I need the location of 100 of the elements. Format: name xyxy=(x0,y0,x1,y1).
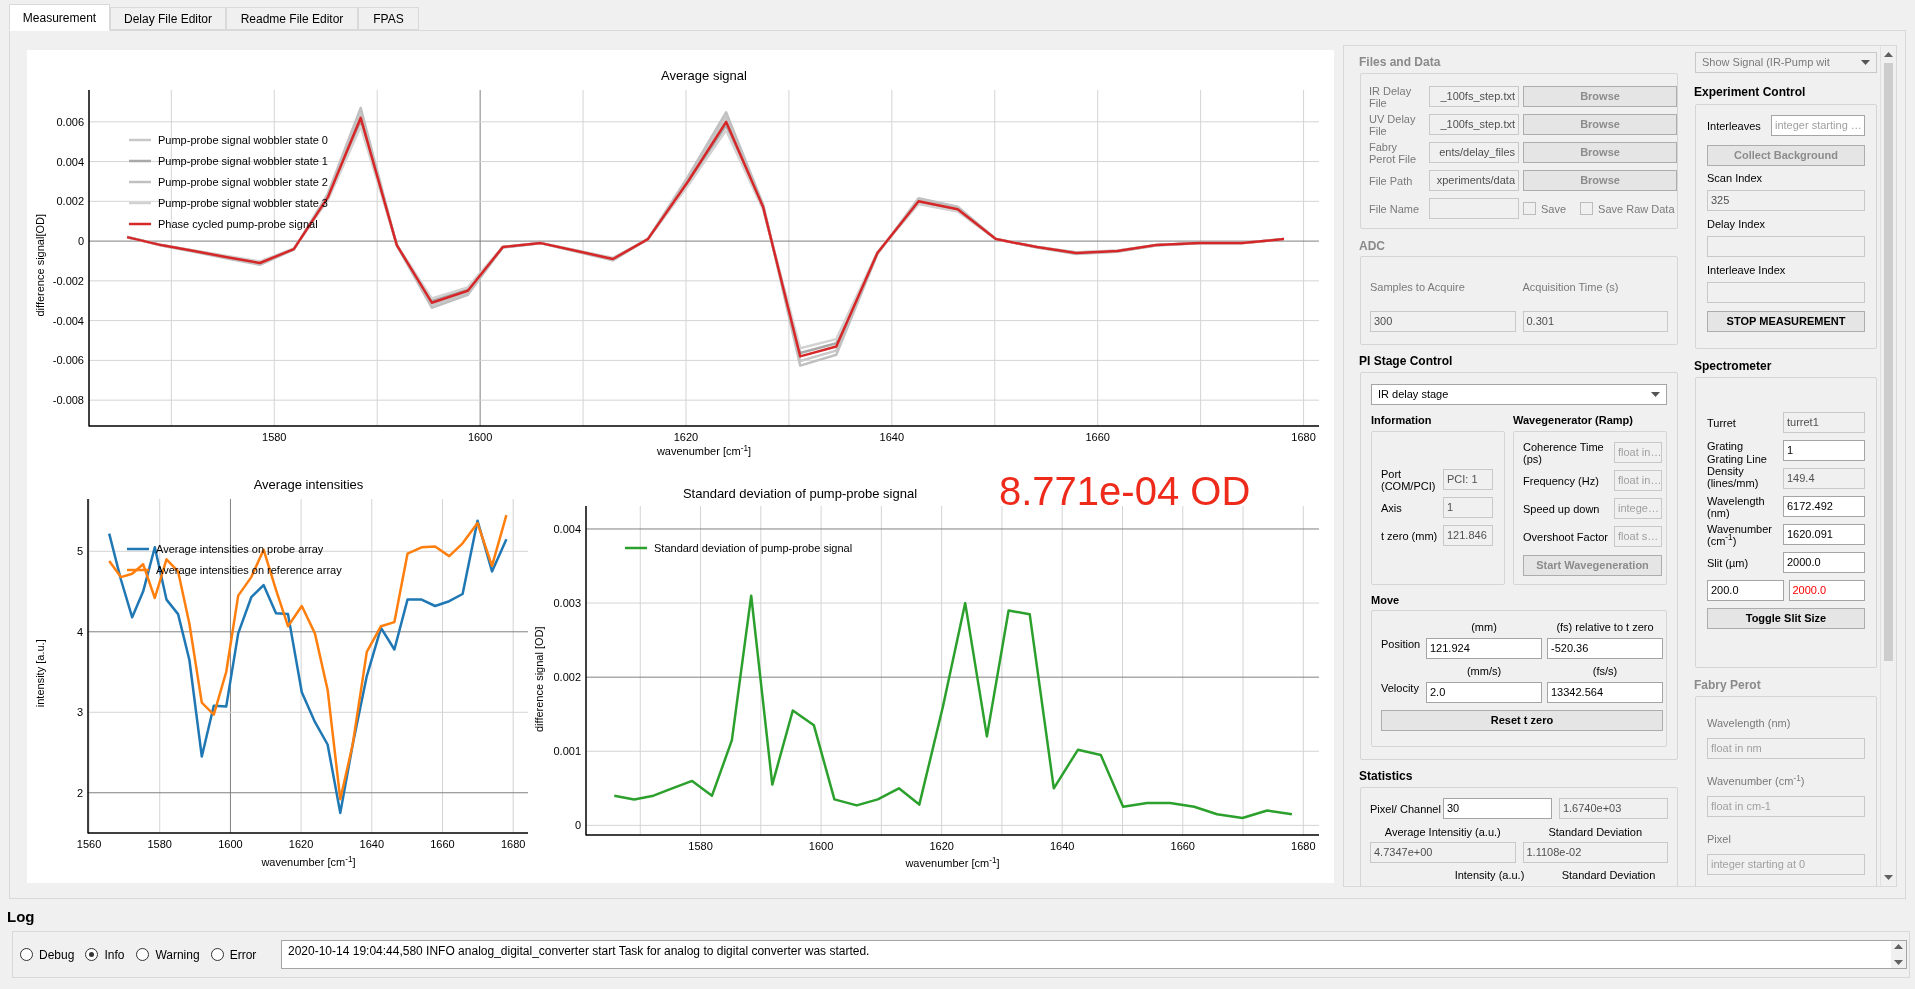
field-label: Velocity xyxy=(1381,682,1420,694)
tick-label: 1680 xyxy=(1291,840,1316,852)
field-label: Interleave Index xyxy=(1707,264,1787,276)
axis-label: wavenumber [cm$^{-1}$] xyxy=(260,855,357,869)
field-label: Wavelength (nm) xyxy=(1707,717,1792,729)
tick-label: -0.004 xyxy=(52,314,84,327)
group-title: ADC xyxy=(1359,239,1386,253)
group-title: Fabry Perot xyxy=(1694,678,1762,692)
tick-label: 1680 xyxy=(500,838,526,850)
axis-label: wavenumber [cm$^{-1}$] xyxy=(655,444,753,458)
tick-label: 5 xyxy=(76,545,83,558)
axis-label: intensity [a.u.] xyxy=(32,639,47,707)
tick-label: 0.001 xyxy=(553,745,581,758)
field-label: IR Delay File xyxy=(1369,84,1413,109)
tick-label: 0.002 xyxy=(553,671,581,684)
tick-label: 0.004 xyxy=(553,522,581,535)
tick-label: 1600 xyxy=(808,840,834,852)
field-label: Turret xyxy=(1707,416,1737,429)
field-label: Grating Line Density (lines/mm) xyxy=(1707,453,1768,489)
field-label: Pixel/ Channel xyxy=(1370,802,1442,815)
group-title: PI Stage Control xyxy=(1359,354,1454,368)
field-label: (fs/s) xyxy=(1591,665,1619,677)
tick-label: 1620 xyxy=(288,838,314,850)
field-label: Slit (µm) xyxy=(1707,556,1750,569)
tick-label: 1580 xyxy=(262,431,287,443)
group-title: Statistics xyxy=(1359,769,1414,783)
chart-title: Average intensities xyxy=(252,476,365,494)
field-label: t zero (mm) xyxy=(1381,529,1439,542)
tick-label: 0 xyxy=(77,235,84,248)
field-label: Wavelength (nm) xyxy=(1707,494,1766,519)
field-label: Standard Deviation xyxy=(1547,826,1644,838)
tick-label: -0.006 xyxy=(52,354,84,367)
group-title: Files and Data xyxy=(1359,55,1442,69)
tick-label: 1620 xyxy=(673,431,699,443)
axis-label: difference signal [OD] xyxy=(531,626,546,732)
tick-label: 0.003 xyxy=(553,597,581,610)
radio-label: Debug xyxy=(39,948,75,961)
field-label: File Path xyxy=(1369,174,1414,187)
tick-label: 1600 xyxy=(467,431,493,443)
tick-label: 4 xyxy=(76,625,83,638)
tick-label: 0.002 xyxy=(56,195,84,208)
tick-label: 3 xyxy=(76,706,83,719)
group-title: Move xyxy=(1371,593,1401,607)
tick-label: 1580 xyxy=(688,840,713,852)
radio-label: Error xyxy=(229,948,257,961)
field-label: Intensity (a.u.) xyxy=(1453,869,1526,881)
tick-label: 1640 xyxy=(1049,840,1075,852)
checkbox-label: Save xyxy=(1541,202,1567,215)
chart-title: Standard deviation of pump-probe signal xyxy=(681,485,919,503)
tick-label: -0.002 xyxy=(52,274,84,287)
field-label: Coherence Time (ps) xyxy=(1523,440,1605,465)
field-label: Wavenumber (cm$^{-1}$) xyxy=(1707,522,1773,547)
radio-label: Info xyxy=(104,948,125,961)
field-label: Pixel xyxy=(1707,833,1732,845)
legend-label: Average intensities on probe array xyxy=(156,543,324,555)
field-label: Interleaves xyxy=(1707,119,1761,132)
tick-label: 1680 xyxy=(1291,431,1316,443)
tick-label: 0 xyxy=(574,819,581,832)
field-label: Grating xyxy=(1707,440,1745,452)
field-label: UV Delay File xyxy=(1369,112,1417,137)
field-label: Scan Index xyxy=(1707,172,1764,184)
tick-label: 2 xyxy=(76,786,83,799)
field-label: (mm) xyxy=(1470,621,1498,633)
field-label: Wavenumber (cm$^{-1}$) xyxy=(1707,775,1806,787)
tick-label: 1660 xyxy=(430,838,455,850)
tick-label: 1640 xyxy=(879,431,905,443)
field-label: (fs) relative to t zero xyxy=(1555,621,1655,633)
tick-label: 1600 xyxy=(218,838,243,850)
axis-label: difference signal[OD] xyxy=(32,213,47,317)
field-label: Position xyxy=(1381,638,1421,650)
group-title: Wavegenerator (Ramp) xyxy=(1513,413,1633,427)
group-title: Information xyxy=(1371,413,1433,427)
field-label: Samples to Acquire xyxy=(1370,281,1466,293)
legend-label: Pump-probe signal wobbler state 2 xyxy=(158,176,328,188)
tick-label: 1560 xyxy=(76,838,102,850)
tick-label: 0.006 xyxy=(56,115,84,128)
field-label: Average Intensitiy (a.u.) xyxy=(1383,826,1502,838)
legend-label: Standard deviation of pump-probe signal xyxy=(654,542,853,554)
radio-label: Warning xyxy=(155,948,200,961)
checkbox-label: Save Raw Data xyxy=(1598,202,1675,215)
tick-label: 0.004 xyxy=(56,155,84,168)
group-title: Spectrometer xyxy=(1694,359,1773,373)
tick-label: 1640 xyxy=(359,838,385,850)
field-label: Fabry Perot File xyxy=(1369,140,1418,165)
field-label: Frequency (Hz) xyxy=(1523,474,1600,487)
legend-label: Pump-probe signal wobbler state 0 xyxy=(158,134,328,146)
group-title: Experiment Control xyxy=(1694,85,1807,99)
legend-label: Pump-probe signal wobbler state 1 xyxy=(158,155,328,167)
field-label: Acquisition Time (s) xyxy=(1522,281,1620,293)
axis-label: wavenumber [cm$^{-1}$] xyxy=(904,856,1001,870)
field-label: (mm/s) xyxy=(1465,665,1503,677)
tick-label: 1660 xyxy=(1170,840,1195,852)
section-title: Log xyxy=(7,909,36,925)
log-message: 2020-10-14 19:04:44,580 INFO analog_digital_converter start Task for analog to digital converter was started. xyxy=(288,944,871,959)
field-label: Standard Deviation xyxy=(1560,869,1657,881)
field-label: Delay Index xyxy=(1707,218,1767,230)
field-label: Axis xyxy=(1381,501,1403,514)
tick-label: 1660 xyxy=(1085,431,1110,443)
chart-title: Average signal xyxy=(660,67,748,85)
readout-value: 8.771e-04 OD xyxy=(999,469,1251,513)
